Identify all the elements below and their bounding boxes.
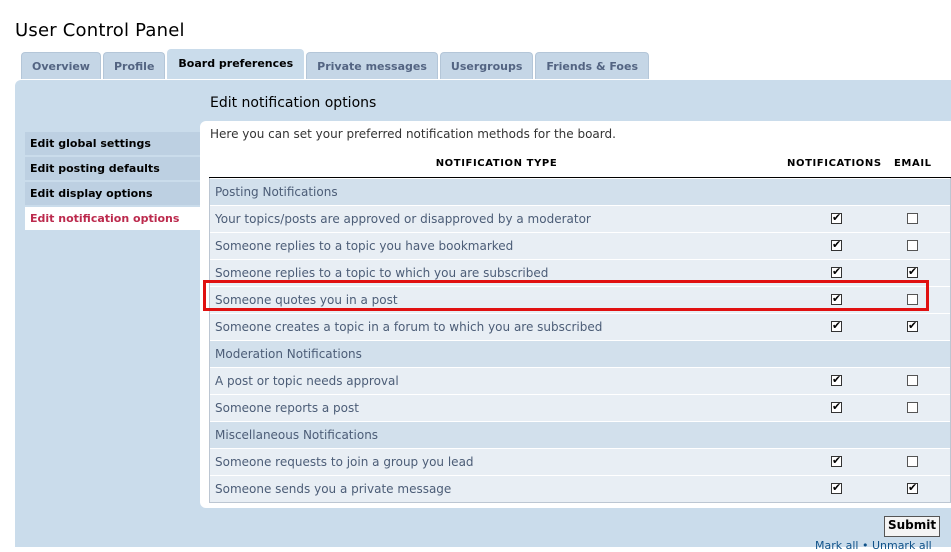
row-label: Someone requests to join a group you lea… (215, 455, 474, 469)
email-checkbox[interactable] (907, 375, 918, 386)
row-label: Someone creates a topic in a forum to wh… (215, 320, 603, 334)
email-checkbox[interactable] (907, 481, 918, 494)
tab-board-preferences[interactable]: Board preferences (167, 49, 305, 79)
header-email: EMAIL (894, 158, 932, 169)
submit-button[interactable]: Submit (884, 516, 941, 537)
side-menu: Edit global settings Edit posting defaul… (25, 132, 200, 232)
email-checkbox[interactable] (907, 456, 918, 467)
email-checkbox[interactable] (907, 213, 918, 224)
group-row: Moderation Notifications (210, 340, 950, 367)
tab-bar: Overview Profile Board preferences Priva… (21, 49, 651, 80)
page-title: User Control Panel (15, 20, 185, 42)
row-label: Someone replies to a topic you have book… (215, 239, 514, 253)
notification-checkbox[interactable] (831, 238, 842, 251)
tab-profile[interactable]: Profile (102, 52, 166, 79)
menu-item-display-options[interactable]: Edit display options (25, 182, 200, 205)
group-row: Miscellaneous Notifications (210, 421, 950, 448)
notification-checkbox[interactable] (831, 265, 842, 278)
row-label: Someone sends you a private message (215, 482, 452, 496)
tab-usergroups[interactable]: Usergroups (439, 52, 534, 79)
table-body: Posting Notifications Your topics/posts … (209, 178, 951, 503)
email-checkbox[interactable] (907, 319, 918, 332)
email-checkbox[interactable] (907, 265, 918, 278)
row-label: Someone replies to a topic to which you … (215, 266, 549, 280)
notification-checkbox[interactable] (831, 211, 842, 224)
row-label: A post or topic needs approval (215, 374, 399, 388)
menu-item-global-settings[interactable]: Edit global settings (25, 132, 200, 155)
row-label: Someone reports a post (215, 401, 359, 415)
group-label: Posting Notifications (215, 185, 338, 199)
email-checkbox[interactable] (907, 240, 918, 251)
table-row: Someone creates a topic in a forum to wh… (210, 313, 950, 340)
table-row: Your topics/posts are approved or disapp… (210, 205, 950, 232)
group-label: Moderation Notifications (215, 347, 362, 361)
intro-text: Here you can set your preferred notifica… (210, 127, 616, 141)
menu-item-posting-defaults[interactable]: Edit posting defaults (25, 157, 200, 180)
table-row: Someone requests to join a group you lea… (210, 448, 950, 475)
tab-overview[interactable]: Overview (21, 52, 101, 79)
notification-checkbox[interactable] (831, 373, 842, 386)
header-notifications: NOTIFICATIONS (787, 158, 882, 169)
table-header: NOTIFICATION TYPE NOTIFICATIONS EMAIL (209, 152, 951, 178)
table-row: Someone reports a post (210, 394, 950, 421)
tab-friends-foes[interactable]: Friends & Foes (535, 52, 649, 79)
email-checkbox[interactable] (907, 402, 918, 413)
table-row: Someone sends you a private message (210, 475, 950, 502)
menu-item-notification-options[interactable]: Edit notification options (25, 207, 200, 230)
highlight-box (203, 280, 929, 311)
notification-checkbox[interactable] (831, 481, 842, 494)
header-notification-type: NOTIFICATION TYPE (435, 158, 558, 169)
tab-private-messages[interactable]: Private messages (306, 52, 438, 79)
notification-checkbox[interactable] (831, 319, 842, 332)
notification-table: NOTIFICATION TYPE NOTIFICATIONS EMAIL Po… (209, 152, 951, 503)
section-title: Edit notification options (210, 95, 377, 111)
row-label: Your topics/posts are approved or disapp… (215, 212, 591, 226)
notification-checkbox[interactable] (831, 454, 842, 467)
table-row: A post or topic needs approval (210, 367, 950, 394)
mark-all-links[interactable]: Mark all • Unmark all (815, 539, 932, 552)
group-row: Posting Notifications (210, 178, 950, 205)
group-label: Miscellaneous Notifications (215, 428, 379, 442)
notification-checkbox[interactable] (831, 400, 842, 413)
table-row: Someone replies to a topic you have book… (210, 232, 950, 259)
